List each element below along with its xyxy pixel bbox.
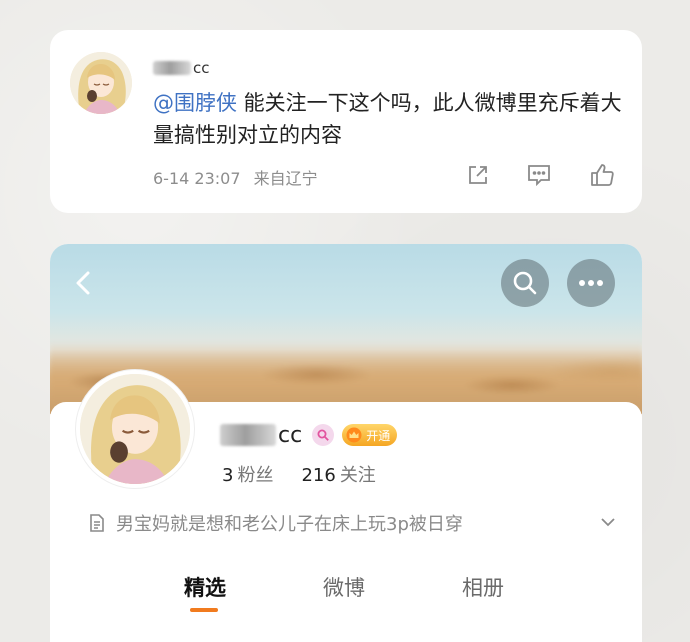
blurred-name: [220, 424, 276, 446]
more-button[interactable]: [567, 259, 615, 307]
comment-icon[interactable]: [525, 161, 553, 189]
tab-featured[interactable]: 精选: [184, 572, 226, 602]
commenter-avatar[interactable]: [70, 52, 132, 114]
profile-stats: 3 粉丝 216 关注: [222, 461, 376, 487]
username-suffix: cc: [278, 422, 303, 448]
following-label: 关注: [339, 465, 376, 486]
following-count: 216: [301, 465, 336, 486]
search-button[interactable]: [501, 259, 549, 307]
comment-card: cc @围脖侠 能关注一下这个吗，此人微博里充斥着大量搞性别对立的内容 6-14…: [50, 30, 642, 213]
like-icon[interactable]: [588, 161, 616, 189]
share-icon[interactable]: [464, 161, 492, 189]
profile-name: cc 开通: [220, 419, 398, 451]
tab-weibo[interactable]: 微博: [323, 572, 365, 602]
active-tab-indicator: [190, 608, 218, 612]
vip-badge-label: 开通: [366, 428, 391, 443]
comment-time: 6-14 23:07: [153, 169, 241, 188]
username-suffix: cc: [193, 59, 210, 77]
more-icon: [579, 280, 603, 286]
female-icon: [312, 424, 335, 446]
search-icon: [513, 271, 537, 295]
tab-album[interactable]: 相册: [462, 572, 504, 602]
profile-bio[interactable]: 男宝妈就是想和老公儿子在床上玩3p被日穿: [88, 510, 618, 536]
document-icon: [90, 514, 104, 532]
back-button[interactable]: [60, 259, 108, 307]
comment-text: @围脖侠 能关注一下这个吗，此人微博里充斥着大量搞性别对立的内容: [153, 87, 623, 151]
followers-stat[interactable]: 3 粉丝: [222, 461, 273, 487]
mention-link[interactable]: @围脖侠: [153, 91, 237, 115]
followers-count: 3: [222, 465, 234, 486]
chevron-down-icon: [601, 518, 615, 527]
profile-tabs: 精选 微博 相册: [50, 568, 642, 642]
profile-card: cc 开通 3 粉丝 216 关注 男宝妈就是想和老公儿子在床上玩3p被日穿 精…: [50, 244, 642, 642]
vip-badge[interactable]: 开通: [342, 424, 398, 446]
followers-label: 粉丝: [237, 465, 274, 486]
following-stat[interactable]: 216 关注: [301, 461, 375, 487]
comment-meta: 6-14 23:07 来自辽宁: [153, 165, 318, 189]
back-icon: [76, 271, 90, 295]
bio-text: 男宝妈就是想和老公儿子在床上玩3p被日穿: [116, 514, 463, 535]
commenter-name[interactable]: cc: [153, 58, 210, 78]
blurred-name: [153, 61, 191, 75]
crown-icon: [346, 427, 362, 443]
profile-avatar[interactable]: [76, 370, 194, 488]
comment-location: 来自辽宁: [253, 169, 318, 188]
